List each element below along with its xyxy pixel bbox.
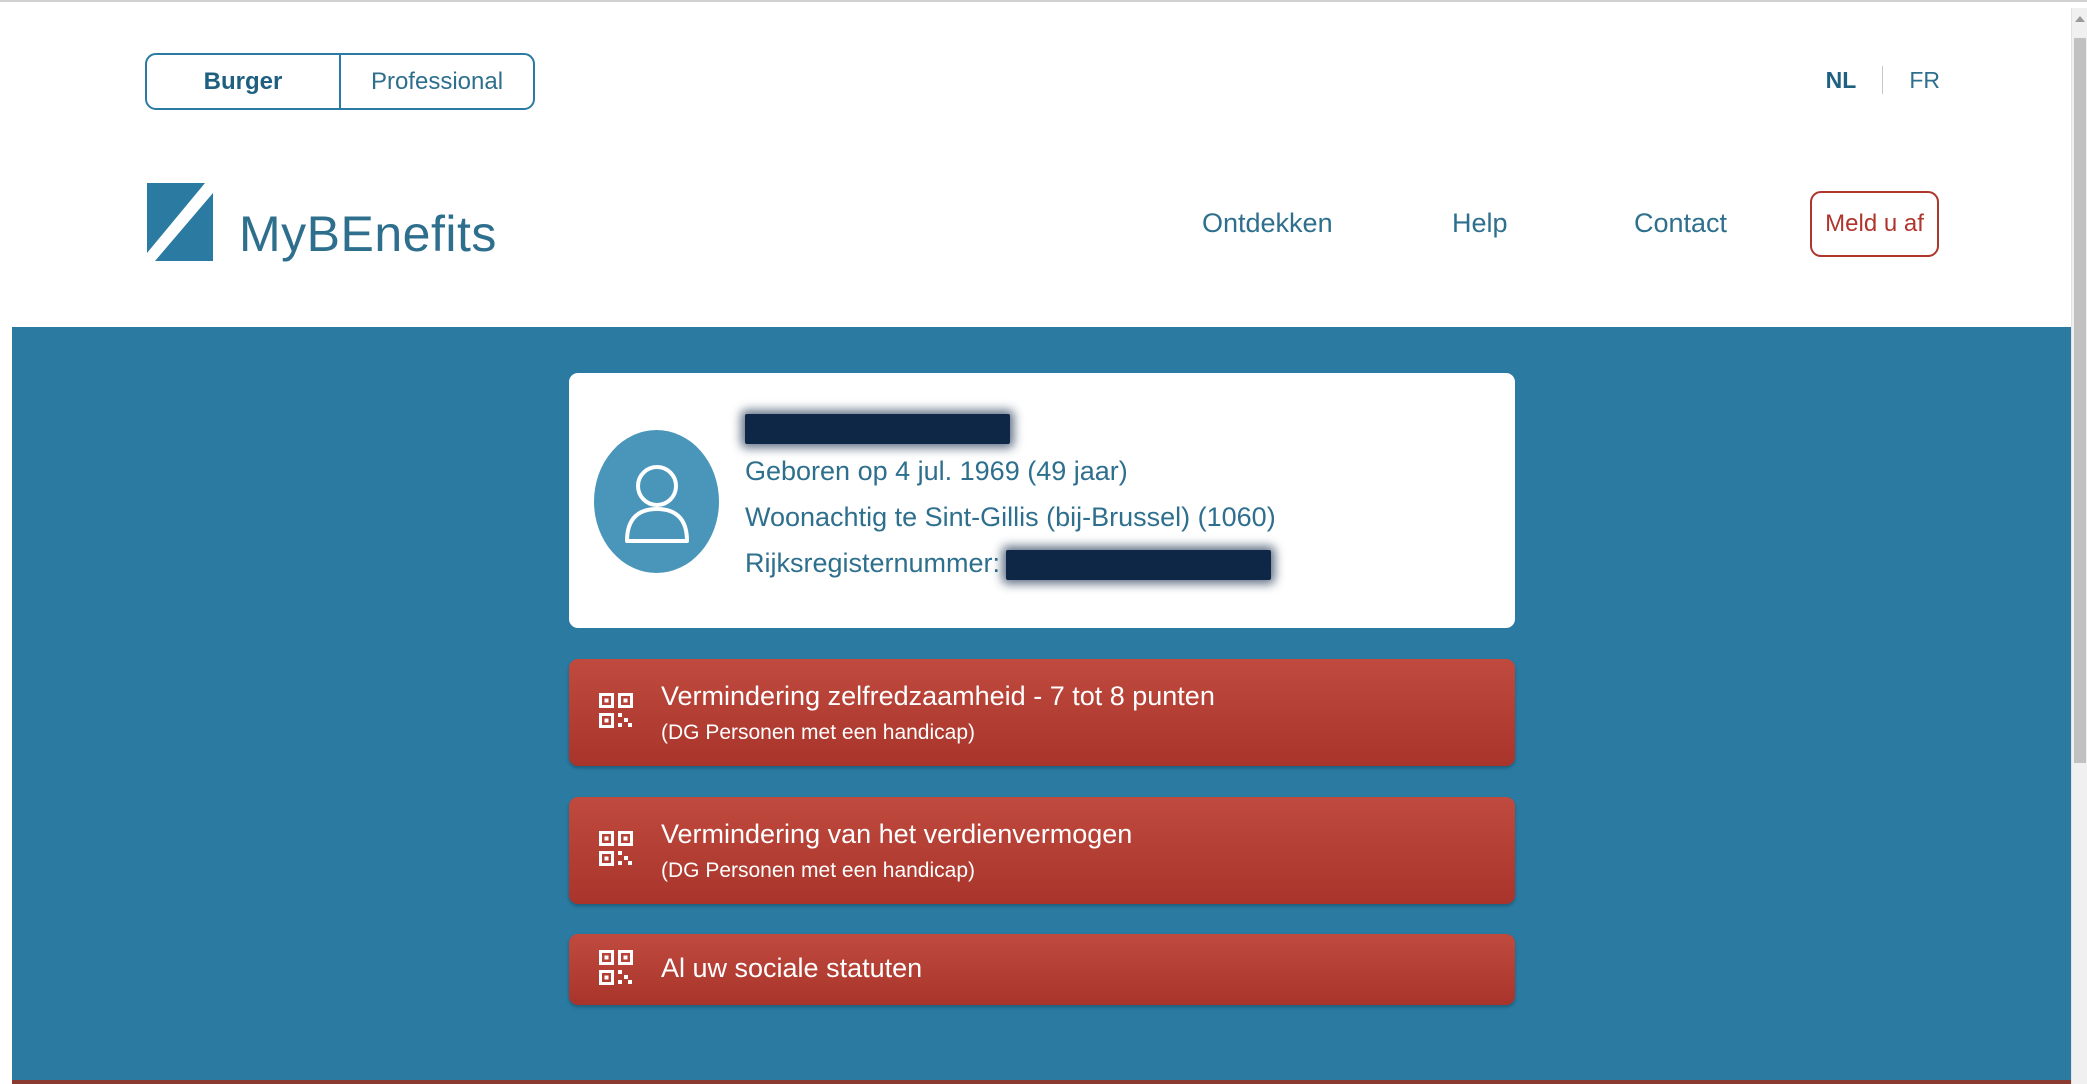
mybenefits-logo-mark-icon (147, 183, 213, 261)
profile-info: Geboren op 4 jul. 1969 (49 jaar) Woonach… (745, 408, 1276, 586)
nav-ontdekken[interactable]: Ontdekken (1202, 208, 1333, 239)
language-fr-link[interactable]: FR (1909, 67, 1940, 94)
qr-code-icon (599, 693, 633, 728)
status-title: Al uw sociale statuten (661, 953, 923, 983)
user-avatar-icon (594, 430, 719, 573)
status-item[interactable]: Vermindering van het verdienvermogen (DG… (569, 797, 1515, 904)
nav-contact[interactable]: Contact (1634, 208, 1727, 239)
status-subtitle: (DG Personen met een handicap) (661, 721, 976, 744)
status-subtitle: (DG Personen met een handicap) (661, 859, 976, 882)
audience-burger-button[interactable]: Burger (147, 55, 339, 108)
audience-professional-button[interactable]: Professional (339, 55, 533, 108)
scrollbar-thumb[interactable] (2074, 38, 2086, 763)
status-title: Vermindering zelfredzaamheid - 7 tot 8 p… (661, 681, 1215, 711)
nav-help[interactable]: Help (1452, 208, 1508, 239)
profile-name (745, 408, 1276, 448)
scroll-up-arrow-icon[interactable] (2075, 16, 2085, 22)
logo-text: MyBEnefits (239, 206, 497, 262)
logout-button[interactable]: Meld u af (1810, 191, 1939, 257)
profile-rrn-label: Rijksregisternummer: (745, 548, 1001, 578)
browser-top-border (0, 0, 2087, 8)
page-scrollbar[interactable] (2071, 8, 2087, 1084)
profile-rrn: Rijksregisternummer: (745, 540, 1276, 586)
profile-birth: Geboren op 4 jul. 1969 (49 jaar) (745, 456, 1128, 486)
audience-toggle: Burger Professional (145, 53, 535, 110)
profile-card: Geboren op 4 jul. 1969 (49 jaar) Woonach… (569, 373, 1515, 628)
profile-residence: Woonachtig te Sint-Gillis (bij-Brussel) … (745, 502, 1276, 532)
language-switch: NL FR (1826, 66, 1940, 94)
redacted-rrn (1006, 549, 1272, 580)
footer-border (12, 1080, 2071, 1084)
language-divider (1882, 66, 1884, 94)
status-item[interactable]: Vermindering zelfredzaamheid - 7 tot 8 p… (569, 659, 1515, 766)
status-title: Vermindering van het verdienvermogen (661, 819, 1133, 849)
qr-code-icon (599, 950, 633, 985)
mybenefits-logo[interactable]: MyBEnefits (147, 183, 497, 262)
qr-code-icon (599, 831, 633, 866)
redacted-name (745, 414, 1010, 444)
language-nl-link[interactable]: NL (1826, 67, 1857, 94)
all-statuses-item[interactable]: Al uw sociale statuten (569, 934, 1515, 1005)
